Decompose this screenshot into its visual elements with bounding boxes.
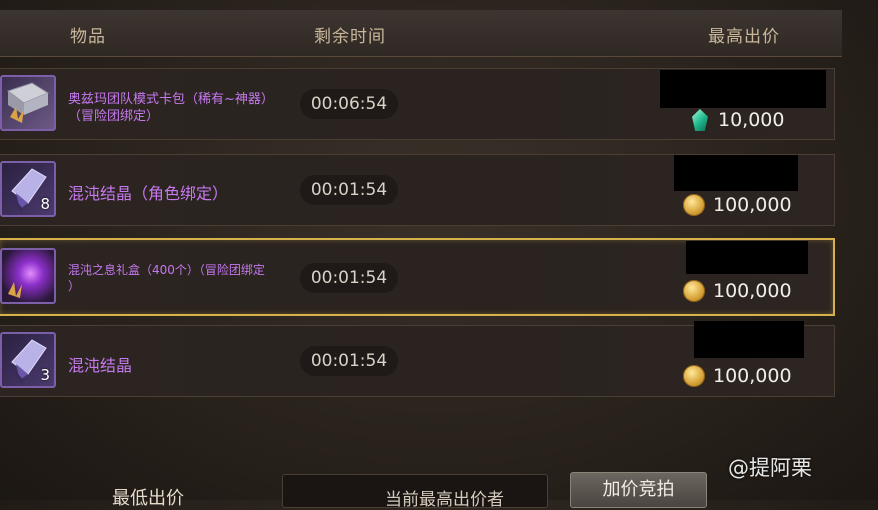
remaining-time: 00:06:54 — [300, 89, 398, 119]
chaos-gift-box-icon — [0, 248, 56, 304]
current-bidder-field: 当前最高出价者 — [282, 474, 548, 510]
gold-coin-icon — [683, 280, 705, 302]
gold-coin-icon — [683, 365, 705, 387]
redacted-bidder — [686, 241, 808, 274]
card-pack-icon — [0, 75, 56, 131]
item-quantity: 3 — [40, 366, 50, 384]
table-row-selected[interactable]: 混沌之息礼盒（400个）（冒险团绑定 ） 00:01:54 100,000 — [0, 238, 835, 316]
redacted-bidder — [694, 321, 804, 358]
table-header: 物品 剩余时间 最高出价 — [0, 10, 842, 57]
item-name: 奥兹玛团队模式卡包（稀有~神器） （冒险团绑定） — [68, 92, 274, 124]
gold-coin-icon — [683, 194, 705, 216]
raise-bid-button[interactable]: 加价竞拍 — [570, 472, 707, 508]
redacted-bidder — [674, 155, 798, 191]
item-quantity: 8 — [40, 195, 50, 213]
gem-icon — [692, 109, 708, 131]
remaining-time: 00:01:54 — [300, 175, 398, 205]
table-row[interactable]: 8 混沌结晶（角色绑定） 00:01:54 100,000 — [0, 154, 835, 226]
item-name: 混沌结晶（角色绑定） — [68, 184, 229, 203]
redacted-bidder — [660, 70, 826, 108]
table-row[interactable]: 3 混沌结晶 00:01:54 100,000 — [0, 321, 835, 397]
crystal-icon: 8 — [0, 161, 56, 217]
item-name: 混沌之息礼盒（400个）（冒险团绑定 ） — [68, 263, 265, 293]
table-row[interactable]: 奥兹玛团队模式卡包（稀有~神器） （冒险团绑定） 00:06:54 10,000 — [0, 68, 835, 140]
crystal-icon: 3 — [0, 332, 56, 388]
current-bidder-label: 当前最高出价者 — [385, 490, 504, 510]
header-highest-bid: 最高出价 — [708, 27, 780, 47]
remaining-time: 00:01:54 — [300, 346, 398, 376]
remaining-time: 00:01:54 — [300, 263, 398, 293]
item-name: 混沌结晶 — [68, 356, 133, 375]
highest-bid-price: 100,000 — [713, 365, 792, 387]
highest-bid-price: 100,000 — [713, 194, 792, 216]
highest-bid-price: 10,000 — [718, 109, 785, 131]
auction-panel: 物品 剩余时间 最高出价 奥兹玛团队模式卡包（稀有~神器） （冒险团绑定） 00… — [0, 0, 878, 510]
watermark: @提阿栗 — [728, 456, 812, 480]
header-item: 物品 — [70, 27, 106, 47]
highest-bid-price: 100,000 — [713, 280, 792, 302]
min-bid-label: 最低出价 — [112, 488, 184, 509]
header-remaining-time: 剩余时间 — [314, 27, 386, 47]
